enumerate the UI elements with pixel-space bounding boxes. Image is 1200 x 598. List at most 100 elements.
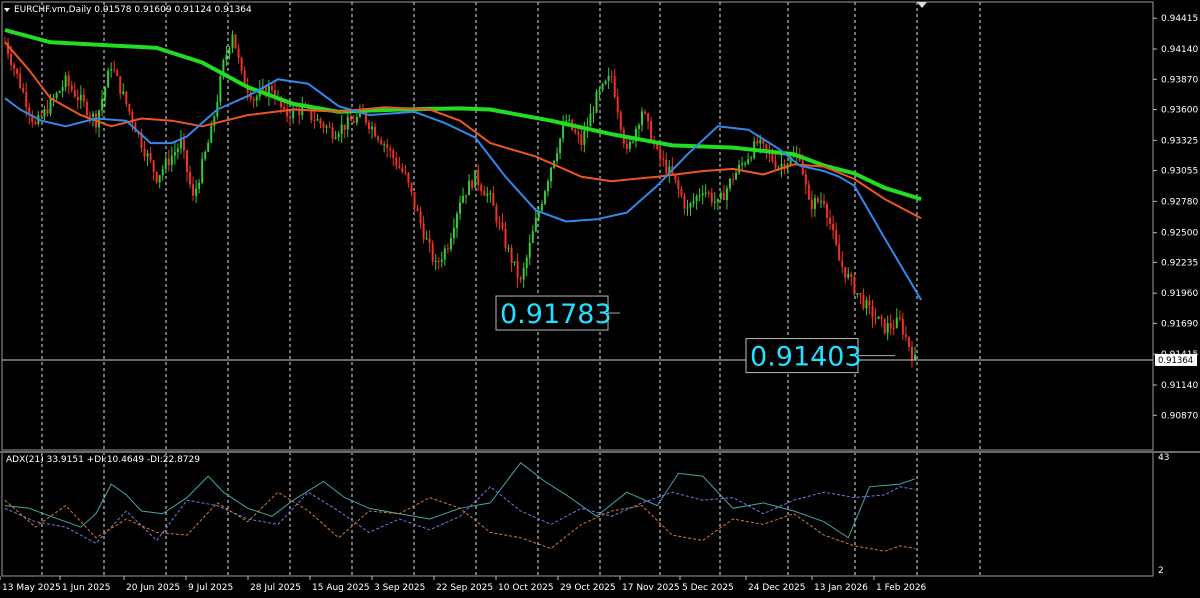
candle-body: [119, 75, 122, 94]
candle-body: [34, 122, 37, 125]
candle-body: [516, 261, 519, 278]
candle-body: [198, 182, 201, 189]
candle-body: [747, 158, 750, 164]
candle-body: [82, 94, 85, 102]
candle-body: [73, 90, 76, 97]
candle-body: [43, 109, 46, 117]
candle-body: [877, 316, 880, 319]
candle-body: [637, 125, 640, 129]
candle-body: [480, 184, 483, 191]
candle-body: [422, 223, 425, 240]
candle-body: [704, 192, 707, 194]
candle-body: [155, 171, 158, 183]
candle-body: [328, 126, 331, 128]
candle-body: [270, 85, 273, 91]
price-tick-label: 0.91140: [1161, 381, 1198, 391]
candle-body: [398, 165, 401, 168]
candle-body: [513, 261, 516, 263]
candle-body: [738, 164, 741, 173]
candle-body: [91, 113, 94, 117]
candle-body: [61, 87, 64, 92]
date-axis-label: 1 Jun 2025: [62, 583, 110, 593]
candle-body: [67, 75, 70, 86]
candle-body: [559, 138, 562, 154]
candle-body: [125, 91, 128, 105]
candle-body: [404, 171, 407, 173]
candle-body: [507, 247, 510, 249]
candle-body: [722, 192, 725, 201]
candle-body: [707, 192, 710, 194]
panel-separator: [0, 451, 1200, 453]
candle-body: [170, 155, 173, 166]
candle-body: [819, 201, 822, 203]
candle-body: [164, 158, 167, 170]
candle-body: [19, 73, 22, 88]
current-price-label: 0.91364: [1158, 356, 1193, 366]
candle-body: [874, 317, 877, 319]
candle-body: [210, 125, 213, 143]
candle-body: [907, 336, 910, 347]
candle-body: [689, 203, 692, 208]
date-axis-label: 10 Oct 2025: [498, 583, 554, 593]
candle-body: [841, 260, 844, 267]
candle-body: [434, 260, 437, 262]
candle-body: [631, 141, 634, 143]
candle-body: [665, 159, 668, 174]
candle-body: [22, 87, 25, 92]
candle-body: [568, 119, 571, 121]
candle-body: [807, 184, 810, 200]
price-tick-label: 0.93055: [1161, 167, 1198, 177]
candle-body: [25, 91, 28, 108]
candle-body: [176, 148, 179, 153]
candle-body: [625, 143, 628, 149]
candle-body: [641, 111, 643, 126]
date-axis-label: 17 Nov 2025: [622, 583, 680, 593]
candle-body: [407, 172, 410, 183]
candle-body: [534, 217, 537, 232]
candle-body: [683, 195, 686, 209]
candle-body: [910, 346, 913, 360]
candle-body: [528, 242, 531, 258]
candle-body: [592, 112, 595, 114]
candle-body: [474, 170, 477, 188]
candle-body: [225, 54, 228, 61]
candle-body: [13, 64, 16, 69]
candle-body: [289, 116, 292, 119]
chart-shift-marker-icon: [917, 2, 927, 8]
candle-body: [577, 132, 580, 135]
date-axis-label: 22 Sep 2025: [436, 583, 493, 593]
candle-body: [46, 109, 49, 115]
candle-body: [628, 141, 631, 149]
candle-body: [389, 148, 392, 151]
price-tick-label: 0.92500: [1161, 229, 1198, 239]
candle-body: [410, 182, 413, 192]
adx-tick-label: 2: [1158, 566, 1164, 576]
candle-body: [886, 323, 889, 334]
price-tick-label: 0.93325: [1161, 136, 1198, 146]
candle-body: [744, 163, 747, 165]
candle-body: [901, 319, 904, 335]
candle-body: [70, 85, 73, 91]
candle-body: [889, 323, 892, 328]
candle-body: [449, 238, 452, 250]
candle-body: [525, 257, 528, 269]
candle-body: [452, 228, 455, 239]
candle-body: [85, 101, 88, 116]
chart-area[interactable]: ADX(21) 33.9151 +DI:10.4649 -DI:22.8729 4…: [0, 0, 1200, 598]
date-axis-label: 9 Jul 2025: [188, 583, 233, 593]
date-axis-label: 24 Dec 2025: [748, 583, 806, 593]
candle-body: [774, 161, 777, 168]
candle-body: [49, 98, 52, 115]
candle-body: [583, 130, 586, 146]
candle-body: [107, 70, 110, 88]
candle-body: [832, 224, 835, 231]
candle-body: [595, 91, 598, 113]
candle-body: [489, 193, 492, 195]
candle-body: [610, 75, 613, 77]
date-axis-label: 1 Feb 2026: [876, 583, 927, 593]
candle-body: [319, 119, 322, 124]
candle-body: [76, 96, 79, 101]
candle-body: [850, 273, 853, 277]
date-axis-label: 13 Jan 2026: [814, 583, 868, 593]
candle-body: [859, 293, 862, 296]
